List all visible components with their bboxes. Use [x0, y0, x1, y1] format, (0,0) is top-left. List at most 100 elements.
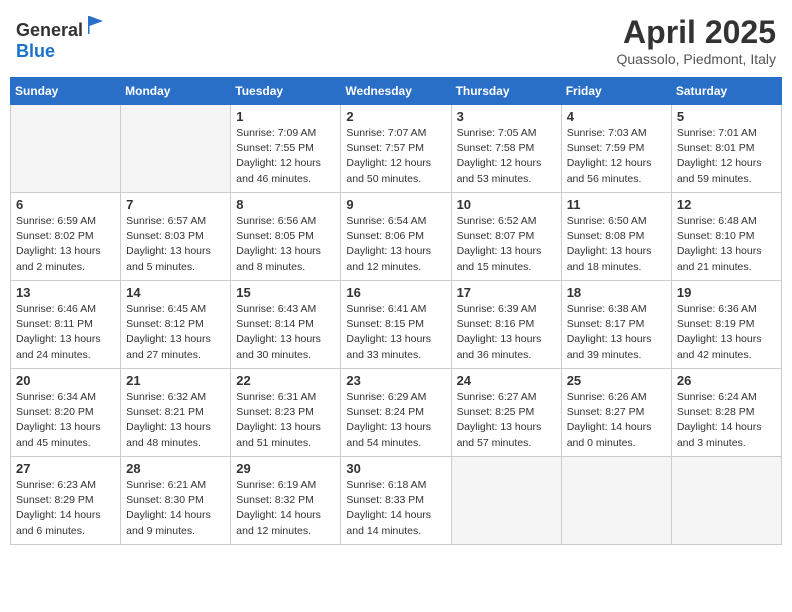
- calendar-cell: [561, 457, 671, 545]
- calendar-cell: 14 Sunrise: 6:45 AM Sunset: 8:12 PM Dayli…: [121, 281, 231, 369]
- day-info: Sunrise: 6:34 AM Sunset: 8:20 PM Dayligh…: [16, 390, 115, 451]
- day-number: 7: [126, 197, 225, 212]
- calendar-cell: 3 Sunrise: 7:05 AM Sunset: 7:58 PM Daylig…: [451, 105, 561, 193]
- day-number: 14: [126, 285, 225, 300]
- day-info: Sunrise: 6:29 AM Sunset: 8:24 PM Dayligh…: [346, 390, 445, 451]
- calendar-cell: 9 Sunrise: 6:54 AM Sunset: 8:06 PM Daylig…: [341, 193, 451, 281]
- day-info: Sunrise: 6:23 AM Sunset: 8:29 PM Dayligh…: [16, 478, 115, 539]
- column-header-thursday: Thursday: [451, 78, 561, 105]
- day-info: Sunrise: 6:18 AM Sunset: 8:33 PM Dayligh…: [346, 478, 445, 539]
- day-number: 28: [126, 461, 225, 476]
- day-number: 5: [677, 109, 776, 124]
- day-number: 9: [346, 197, 445, 212]
- calendar-cell: 6 Sunrise: 6:59 AM Sunset: 8:02 PM Daylig…: [11, 193, 121, 281]
- calendar-cell: 22 Sunrise: 6:31 AM Sunset: 8:23 PM Dayli…: [231, 369, 341, 457]
- calendar-week-row: 6 Sunrise: 6:59 AM Sunset: 8:02 PM Daylig…: [11, 193, 782, 281]
- subtitle: Quassolo, Piedmont, Italy: [616, 51, 776, 67]
- day-info: Sunrise: 6:21 AM Sunset: 8:30 PM Dayligh…: [126, 478, 225, 539]
- day-info: Sunrise: 6:50 AM Sunset: 8:08 PM Dayligh…: [567, 214, 666, 275]
- calendar-cell: 26Sunrise: 6:24 AM Sunset: 8:28 PM Dayli…: [671, 369, 781, 457]
- calendar-cell: 20 Sunrise: 6:34 AM Sunset: 8:20 PM Dayli…: [11, 369, 121, 457]
- day-number: 18: [567, 285, 666, 300]
- calendar-cell: 13 Sunrise: 6:46 AM Sunset: 8:11 PM Dayli…: [11, 281, 121, 369]
- day-number: 20: [16, 373, 115, 388]
- calendar-cell: 27 Sunrise: 6:23 AM Sunset: 8:29 PM Dayli…: [11, 457, 121, 545]
- day-info: Sunrise: 6:45 AM Sunset: 8:12 PM Dayligh…: [126, 302, 225, 363]
- column-header-monday: Monday: [121, 78, 231, 105]
- column-header-sunday: Sunday: [11, 78, 121, 105]
- day-number: 6: [16, 197, 115, 212]
- calendar-cell: 25Sunrise: 6:26 AM Sunset: 8:27 PM Dayli…: [561, 369, 671, 457]
- day-info: Sunrise: 6:38 AM Sunset: 8:17 PM Dayligh…: [567, 302, 666, 363]
- calendar-header-row: SundayMondayTuesdayWednesdayThursdayFrid…: [11, 78, 782, 105]
- day-number: 27: [16, 461, 115, 476]
- day-info: Sunrise: 7:03 AM Sunset: 7:59 PM Dayligh…: [567, 126, 666, 187]
- calendar-cell: 7 Sunrise: 6:57 AM Sunset: 8:03 PM Daylig…: [121, 193, 231, 281]
- calendar-cell: 2Sunrise: 7:07 AM Sunset: 7:57 PM Daylig…: [341, 105, 451, 193]
- day-info: Sunrise: 6:56 AM Sunset: 8:05 PM Dayligh…: [236, 214, 335, 275]
- column-header-tuesday: Tuesday: [231, 78, 341, 105]
- title-block: April 2025 Quassolo, Piedmont, Italy: [616, 14, 776, 67]
- logo: General Blue: [16, 14, 107, 62]
- day-number: 12: [677, 197, 776, 212]
- day-info: Sunrise: 6:54 AM Sunset: 8:06 PM Dayligh…: [346, 214, 445, 275]
- day-info: Sunrise: 7:05 AM Sunset: 7:58 PM Dayligh…: [457, 126, 556, 187]
- day-info: Sunrise: 6:39 AM Sunset: 8:16 PM Dayligh…: [457, 302, 556, 363]
- calendar-week-row: 13 Sunrise: 6:46 AM Sunset: 8:11 PM Dayli…: [11, 281, 782, 369]
- day-info: Sunrise: 6:26 AM Sunset: 8:27 PM Dayligh…: [567, 390, 666, 451]
- day-info: Sunrise: 6:57 AM Sunset: 8:03 PM Dayligh…: [126, 214, 225, 275]
- calendar-cell: 1 Sunrise: 7:09 AM Sunset: 7:55 PM Daylig…: [231, 105, 341, 193]
- calendar-week-row: 1 Sunrise: 7:09 AM Sunset: 7:55 PM Daylig…: [11, 105, 782, 193]
- column-header-wednesday: Wednesday: [341, 78, 451, 105]
- day-info: Sunrise: 6:24 AM Sunset: 8:28 PM Dayligh…: [677, 390, 776, 451]
- day-number: 17: [457, 285, 556, 300]
- day-info: Sunrise: 7:09 AM Sunset: 7:55 PM Dayligh…: [236, 126, 335, 187]
- day-info: Sunrise: 6:32 AM Sunset: 8:21 PM Dayligh…: [126, 390, 225, 451]
- day-number: 15: [236, 285, 335, 300]
- day-info: Sunrise: 6:27 AM Sunset: 8:25 PM Dayligh…: [457, 390, 556, 451]
- day-number: 23: [346, 373, 445, 388]
- day-info: Sunrise: 6:52 AM Sunset: 8:07 PM Dayligh…: [457, 214, 556, 275]
- day-info: Sunrise: 6:46 AM Sunset: 8:11 PM Dayligh…: [16, 302, 115, 363]
- column-header-saturday: Saturday: [671, 78, 781, 105]
- day-info: Sunrise: 6:59 AM Sunset: 8:02 PM Dayligh…: [16, 214, 115, 275]
- calendar-cell: 19Sunrise: 6:36 AM Sunset: 8:19 PM Dayli…: [671, 281, 781, 369]
- main-title: April 2025: [616, 14, 776, 51]
- logo-general: General: [16, 20, 83, 40]
- column-header-friday: Friday: [561, 78, 671, 105]
- calendar-cell: 12 Sunrise: 6:48 AM Sunset: 8:10 PM Dayli…: [671, 193, 781, 281]
- day-number: 11: [567, 197, 666, 212]
- calendar-table: SundayMondayTuesdayWednesdayThursdayFrid…: [10, 77, 782, 545]
- calendar-cell: 24Sunrise: 6:27 AM Sunset: 8:25 PM Dayli…: [451, 369, 561, 457]
- day-number: 10: [457, 197, 556, 212]
- day-number: 19: [677, 285, 776, 300]
- calendar-cell: [121, 105, 231, 193]
- calendar-cell: 11 Sunrise: 6:50 AM Sunset: 8:08 PM Dayli…: [561, 193, 671, 281]
- day-info: Sunrise: 6:31 AM Sunset: 8:23 PM Dayligh…: [236, 390, 335, 451]
- day-number: 30: [346, 461, 445, 476]
- day-number: 13: [16, 285, 115, 300]
- calendar-cell: 21Sunrise: 6:32 AM Sunset: 8:21 PM Dayli…: [121, 369, 231, 457]
- day-info: Sunrise: 6:48 AM Sunset: 8:10 PM Dayligh…: [677, 214, 776, 275]
- calendar-week-row: 20 Sunrise: 6:34 AM Sunset: 8:20 PM Dayli…: [11, 369, 782, 457]
- day-number: 3: [457, 109, 556, 124]
- calendar-cell: 5Sunrise: 7:01 AM Sunset: 8:01 PM Daylig…: [671, 105, 781, 193]
- day-info: Sunrise: 6:19 AM Sunset: 8:32 PM Dayligh…: [236, 478, 335, 539]
- day-number: 16: [346, 285, 445, 300]
- calendar-cell: 30 Sunrise: 6:18 AM Sunset: 8:33 PM Dayli…: [341, 457, 451, 545]
- day-number: 22: [236, 373, 335, 388]
- calendar-cell: 10 Sunrise: 6:52 AM Sunset: 8:07 PM Dayli…: [451, 193, 561, 281]
- calendar-cell: [11, 105, 121, 193]
- calendar-cell: 15Sunrise: 6:43 AM Sunset: 8:14 PM Dayli…: [231, 281, 341, 369]
- calendar-body: 1 Sunrise: 7:09 AM Sunset: 7:55 PM Daylig…: [11, 105, 782, 545]
- calendar-cell: 16 Sunrise: 6:41 AM Sunset: 8:15 PM Dayli…: [341, 281, 451, 369]
- calendar-cell: 29Sunrise: 6:19 AM Sunset: 8:32 PM Dayli…: [231, 457, 341, 545]
- calendar-cell: 28 Sunrise: 6:21 AM Sunset: 8:30 PM Dayli…: [121, 457, 231, 545]
- calendar-cell: [671, 457, 781, 545]
- page-header: General Blue April 2025 Quassolo, Piedmo…: [10, 10, 782, 71]
- day-info: Sunrise: 7:07 AM Sunset: 7:57 PM Dayligh…: [346, 126, 445, 187]
- day-number: 1: [236, 109, 335, 124]
- logo-blue: Blue: [16, 41, 55, 61]
- day-number: 4: [567, 109, 666, 124]
- day-info: Sunrise: 6:41 AM Sunset: 8:15 PM Dayligh…: [346, 302, 445, 363]
